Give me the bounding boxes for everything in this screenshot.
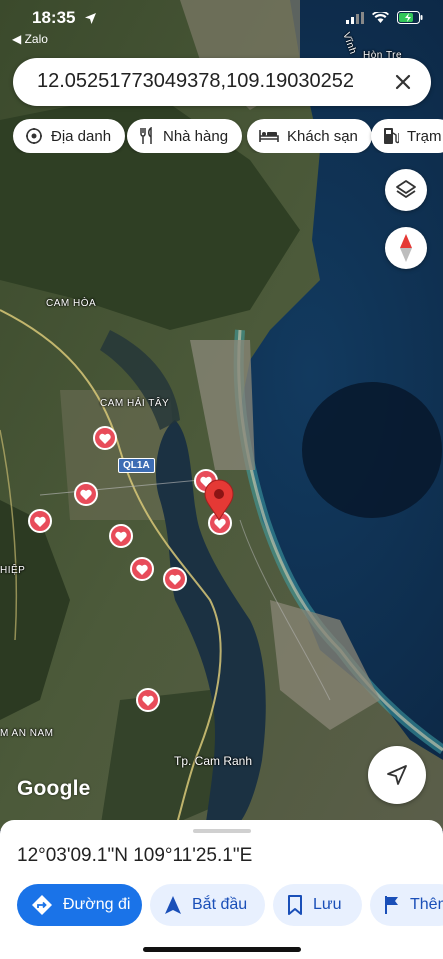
system-icons xyxy=(346,11,423,24)
landmark-icon xyxy=(26,128,42,144)
chip-gas-stations[interactable]: Trạm xyxy=(371,119,443,153)
chip-label: Trạm xyxy=(407,127,442,145)
dropped-pin-icon[interactable] xyxy=(204,479,234,521)
start-button[interactable]: Bắt đầu xyxy=(150,884,265,926)
search-bar[interactable]: 12.05251773049378,109.19030252 xyxy=(13,58,431,106)
coordinates-title: 12°03'09.1"N 109°11'25.1"E xyxy=(17,845,253,866)
chip-restaurants[interactable]: Nhà hàng xyxy=(127,119,243,153)
wifi-icon xyxy=(372,11,389,23)
saved-place-heart-icon[interactable] xyxy=(163,567,187,591)
compass-button[interactable] xyxy=(385,227,427,269)
flag-icon xyxy=(385,896,398,914)
search-input[interactable]: 12.05251773049378,109.19030252 xyxy=(37,70,367,93)
map-layers-button[interactable] xyxy=(385,169,427,211)
saved-place-heart-icon[interactable] xyxy=(28,509,52,533)
chip-hotels[interactable]: Khách sạn xyxy=(247,119,372,153)
saved-place-heart-icon[interactable] xyxy=(136,688,160,712)
saved-place-heart-icon[interactable] xyxy=(74,482,98,506)
save-label: Lưu xyxy=(313,896,342,913)
close-icon[interactable] xyxy=(389,68,417,96)
place-bottom-sheet[interactable]: 12°03'09.1"N 109°11'25.1"E Đường đi Bắt … xyxy=(0,820,443,959)
action-buttons-row: Đường đi Bắt đầu Lưu Thêm xyxy=(17,884,443,926)
location-arrow-icon xyxy=(85,13,96,24)
bookmark-icon xyxy=(288,895,302,915)
status-time: 18:35 xyxy=(32,8,76,27)
directions-icon xyxy=(32,895,52,915)
add-label-button[interactable]: Thêm xyxy=(370,884,443,926)
chip-label: Khách sạn xyxy=(287,127,358,145)
gas-station-icon xyxy=(384,128,399,144)
back-to-app-link[interactable]: ◀ Zalo xyxy=(12,32,48,46)
add-label-label: Thêm xyxy=(410,896,443,913)
home-indicator xyxy=(143,947,301,952)
directions-label: Đường đi xyxy=(63,896,131,913)
start-label: Bắt đầu xyxy=(192,896,248,913)
status-bar: 18:35 ◀ Zalo xyxy=(0,0,443,50)
bed-icon xyxy=(259,130,279,142)
saved-place-heart-icon[interactable] xyxy=(109,524,133,548)
sheet-drag-handle[interactable] xyxy=(193,829,251,833)
chip-landmarks[interactable]: Địa danh xyxy=(13,119,126,153)
chip-label: Địa danh xyxy=(51,127,112,145)
chip-label: Nhà hàng xyxy=(163,127,229,145)
category-chips: Địa danh Nhà hàng Khách sạn Trạm xyxy=(13,119,443,153)
battery-charging-icon xyxy=(397,11,423,24)
google-logo: Google xyxy=(17,777,91,800)
compass-icon xyxy=(400,234,412,262)
layers-icon xyxy=(396,180,416,198)
directions-button[interactable]: Đường đi xyxy=(17,884,142,926)
navigation-arrow-icon xyxy=(387,765,407,785)
my-location-button[interactable] xyxy=(368,746,426,804)
signal-icon xyxy=(346,11,364,24)
saved-place-heart-icon[interactable] xyxy=(93,426,117,450)
save-button[interactable]: Lưu xyxy=(273,884,362,926)
navigation-arrow-icon xyxy=(165,896,181,914)
fork-knife-icon xyxy=(140,127,152,144)
saved-place-heart-icon[interactable] xyxy=(130,557,154,581)
